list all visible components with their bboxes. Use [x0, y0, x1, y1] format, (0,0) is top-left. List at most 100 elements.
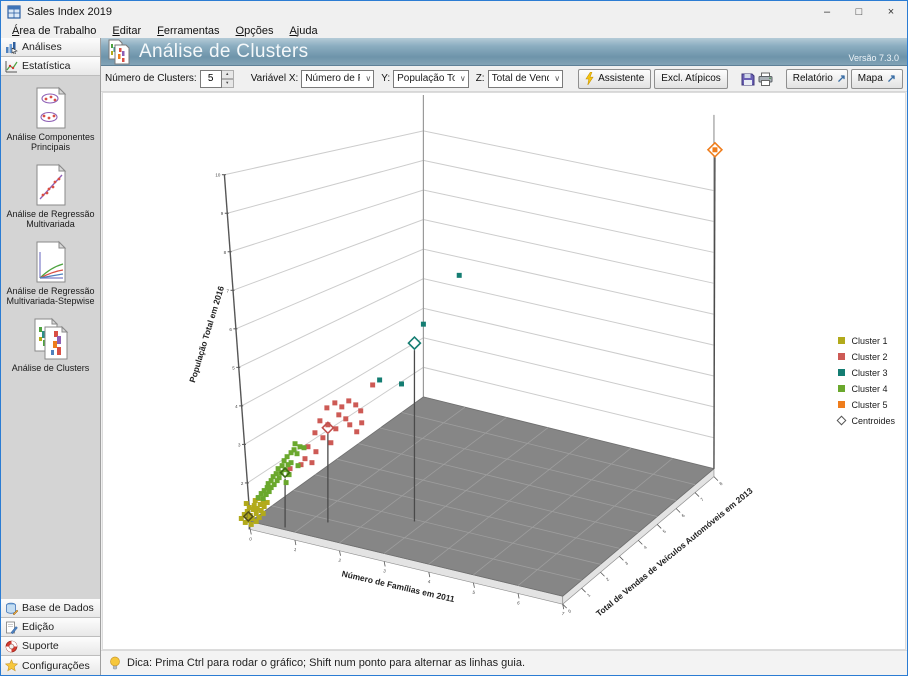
menu-bar: Área de Trabalho Editar Ferramentas Opçõ…	[1, 23, 907, 38]
menu-opcoes[interactable]: Opções	[229, 25, 281, 37]
legend-label: Cluster 1	[851, 336, 887, 346]
data-point[interactable]	[336, 412, 341, 417]
data-point[interactable]	[370, 382, 375, 387]
version-label: Versão 7.3.0	[848, 53, 899, 63]
menu-editar[interactable]: Editar	[105, 25, 148, 37]
tool-analise-de-clusters[interactable]: Análise de Clusters	[2, 317, 100, 373]
bar-chart-icon	[5, 41, 18, 54]
data-point[interactable]	[359, 420, 364, 425]
data-point[interactable]	[324, 405, 329, 410]
data-point[interactable]	[333, 426, 338, 431]
cluster-swatch-icon	[838, 369, 845, 376]
stepper-up-button[interactable]: ▲	[222, 70, 234, 79]
data-point[interactable]	[354, 429, 359, 434]
data-point[interactable]	[249, 522, 254, 527]
data-point[interactable]	[353, 402, 358, 407]
status-tip-text: Dica: Prima Ctrl para rodar o gráfico; S…	[127, 657, 525, 669]
exclude-outliers-button[interactable]: Excl. Atípicos	[654, 69, 727, 89]
assistant-button[interactable]: Assistente	[578, 69, 651, 89]
menu-area-de-trabalho[interactable]: Área de Trabalho	[5, 25, 103, 37]
variable-y-select[interactable]: População Total em ∨	[393, 70, 469, 88]
data-point[interactable]	[313, 449, 318, 454]
stepper-down-button[interactable]: ▼	[222, 79, 234, 88]
database-icon	[5, 602, 18, 615]
svg-text:9: 9	[221, 211, 224, 216]
report-button[interactable]: Relatório ↗	[786, 69, 848, 89]
svg-text:1: 1	[586, 592, 591, 598]
data-point[interactable]	[302, 445, 307, 450]
menu-ferramentas[interactable]: Ferramentas	[150, 25, 226, 37]
svg-text:4: 4	[643, 544, 648, 550]
sidebar-item-edicao[interactable]: Edição	[1, 618, 100, 637]
data-point[interactable]	[320, 435, 325, 440]
data-point[interactable]	[309, 460, 314, 465]
sidebar-item-base-de-dados[interactable]: Base de Dados	[1, 599, 100, 618]
data-point[interactable]	[289, 460, 294, 465]
tool-analise-regressao-multivariada[interactable]: Análise de Regressão Multivariada	[2, 163, 100, 229]
data-point[interactable]	[399, 381, 404, 386]
data-point[interactable]	[244, 501, 249, 506]
data-point[interactable]	[457, 273, 462, 278]
page-header: Análise de Clusters Versão 7.3.0	[101, 38, 907, 66]
data-point[interactable]	[303, 456, 308, 461]
svg-text:6: 6	[229, 327, 232, 332]
centroid-diamond-icon	[837, 416, 847, 426]
legend-label: Cluster 2	[851, 352, 887, 362]
svg-text:8: 8	[224, 250, 227, 255]
sidebar-item-configuracoes[interactable]: Configurações	[1, 656, 100, 675]
data-point[interactable]	[261, 511, 266, 516]
chevron-down-icon: ∨	[460, 74, 466, 83]
data-point[interactable]	[277, 475, 282, 480]
sidebar-item-suporte[interactable]: Suporte	[1, 637, 100, 656]
svg-text:7: 7	[561, 611, 565, 617]
data-point[interactable]	[421, 322, 426, 327]
cluster-3d-chart[interactable]: 1098765432101234567012345678População To…	[103, 93, 905, 649]
close-button[interactable]: ×	[875, 1, 907, 23]
svg-text:6: 6	[517, 600, 521, 606]
clusters-document-icon	[30, 317, 72, 361]
data-point[interactable]	[328, 440, 333, 445]
data-point[interactable]	[343, 416, 348, 421]
data-point[interactable]	[346, 398, 351, 403]
sidebar-section-estatistica[interactable]: Estatística	[1, 57, 100, 76]
data-point[interactable]	[296, 463, 301, 468]
data-point[interactable]	[295, 451, 300, 456]
data-point[interactable]	[317, 418, 322, 423]
data-point[interactable]	[312, 430, 317, 435]
menu-ajuda[interactable]: Ajuda	[282, 25, 324, 37]
print-button[interactable]	[758, 69, 773, 89]
legend-label: Cluster 3	[851, 368, 887, 378]
data-point[interactable]	[377, 377, 382, 382]
tool-analise-componentes-principais[interactable]: Análise Componentes Principais	[2, 86, 100, 152]
clusters-count-label: Número de Clusters:	[105, 73, 197, 84]
clusters-count-input[interactable]	[200, 70, 222, 88]
variable-z-select[interactable]: Total de Vendas de ∨	[488, 70, 564, 88]
chart-legend: Cluster 1 Cluster 2 Cluster 3 Cluster 4 Clus…	[838, 336, 895, 425]
svg-text:6: 6	[681, 512, 686, 518]
sidebar-section-analises[interactable]: Análises	[1, 38, 100, 57]
data-point[interactable]	[712, 147, 717, 152]
data-point[interactable]	[284, 480, 289, 485]
legend-label: Cluster 4	[851, 384, 887, 394]
page-title: Análise de Clusters	[139, 41, 308, 63]
maximize-button[interactable]: □	[843, 1, 875, 23]
legend-item: Cluster 2	[838, 352, 895, 361]
svg-text:3: 3	[238, 442, 241, 447]
map-button[interactable]: Mapa ↗	[851, 69, 903, 89]
data-point[interactable]	[347, 422, 352, 427]
sidebar-bottom-nav: Base de Dados Edição	[1, 599, 100, 675]
data-point[interactable]	[332, 400, 337, 405]
variable-y-label: Y:	[381, 73, 390, 84]
legend-label: Cluster 5	[851, 400, 887, 410]
svg-text:7: 7	[699, 497, 704, 503]
variable-z-label: Z:	[476, 73, 485, 84]
svg-text:8: 8	[718, 481, 723, 487]
data-point[interactable]	[293, 441, 298, 446]
variable-x-select[interactable]: Número de Família ∨	[301, 70, 374, 88]
tool-analise-regressao-stepwise[interactable]: Análise de Regressão Multivariada-Stepwi…	[2, 240, 100, 306]
minimize-button[interactable]: –	[811, 1, 843, 23]
star-icon	[5, 659, 18, 672]
save-button[interactable]	[741, 69, 755, 89]
data-point[interactable]	[339, 404, 344, 409]
data-point[interactable]	[358, 408, 363, 413]
